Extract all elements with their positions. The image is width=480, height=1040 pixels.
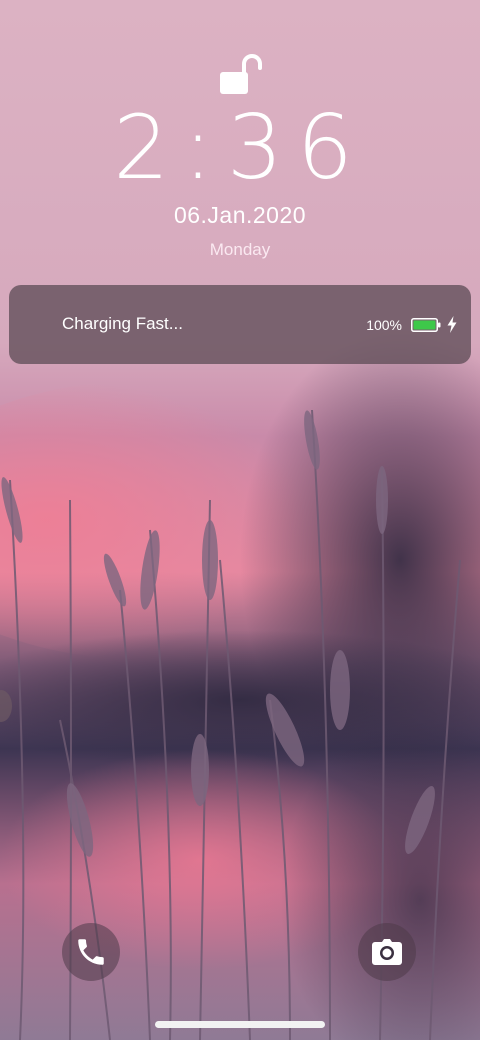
camera-shortcut-button[interactable]: [358, 923, 416, 981]
charging-notification[interactable]: Charging Fast... 100%: [9, 285, 471, 364]
home-indicator[interactable]: [155, 1021, 325, 1028]
day-label: Monday: [209, 240, 271, 259]
unlocked-padlock-icon: [218, 50, 262, 96]
lock-screen: 2:36 06.Jan.2020 Monday Charging Fast...…: [0, 0, 480, 1040]
battery-percent: 100%: [366, 317, 402, 333]
date-label: 06.Jan.2020: [173, 202, 307, 228]
charging-status-text: Charging Fast...: [62, 314, 183, 333]
clock-time: 2:36: [113, 96, 367, 199]
lightning-bolt-icon: [447, 316, 457, 333]
camera-icon: [372, 939, 402, 965]
phone-shortcut-button[interactable]: [62, 923, 120, 981]
battery-full-icon: [411, 318, 441, 332]
phone-icon: [78, 939, 104, 965]
